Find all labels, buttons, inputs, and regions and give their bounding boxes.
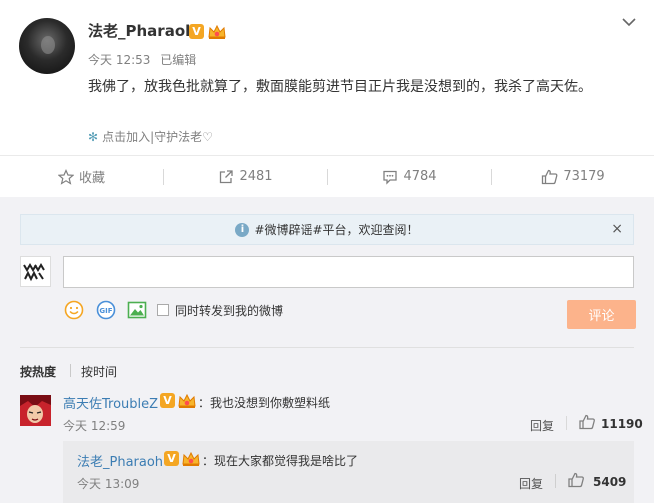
reply-text: ：现在大家都觉得我是啥比了: [202, 454, 359, 468]
reply-like-count: 5409: [593, 475, 627, 489]
verified-badge-icon: V: [189, 24, 204, 39]
emoji-icon[interactable]: [64, 300, 84, 320]
comment-time: 今天 12:59: [63, 419, 126, 433]
separator: [566, 416, 567, 430]
weibo-post: 法老_Pharaoh V 今天 12:53 已编辑 我佛了，放我色批就算了，敷面…: [0, 0, 654, 196]
post-action-bar: 收藏 2481 4784 73179: [0, 155, 654, 197]
like-button[interactable]: 73179: [492, 156, 654, 197]
reply-button[interactable]: 回复: [530, 417, 554, 434]
sort-by-hot-tab[interactable]: 按热度: [20, 363, 56, 380]
favorite-label: 收藏: [78, 171, 105, 186]
like-count: 73179: [563, 169, 605, 184]
source-text[interactable]: 点击加入|守护法老♡: [102, 130, 213, 144]
close-icon[interactable]: ×: [611, 221, 623, 237]
thumbs-up-icon[interactable]: [578, 414, 596, 430]
comment-text: ：我也没想到你敷塑料纸: [198, 396, 331, 410]
share-icon: [220, 169, 234, 183]
notice-banner: i #微博辟谣#平台，欢迎查阅！ ×: [20, 214, 634, 245]
reply-time: 今天 13:09: [77, 477, 140, 491]
separator: [555, 474, 556, 488]
reply-author-name[interactable]: 法老_Pharaoh: [77, 451, 163, 470]
gif-icon[interactable]: GIF: [96, 300, 116, 320]
image-icon[interactable]: [127, 300, 147, 320]
anime-avatar-icon: [20, 395, 51, 426]
comment-count: 4784: [403, 169, 437, 184]
logo-avatar-icon: [23, 263, 45, 282]
comment-like-count: 11190: [601, 417, 643, 431]
notice-text[interactable]: #微博辟谣#平台，欢迎查阅！: [254, 221, 418, 238]
flower-icon: ✻: [88, 130, 99, 144]
repost-checkbox[interactable]: [157, 304, 169, 316]
comment-icon: [383, 170, 398, 185]
verified-badge-icon: V: [160, 393, 175, 408]
commenter-avatar[interactable]: [20, 395, 51, 426]
sort-separator: [70, 364, 71, 377]
section-divider: [20, 347, 634, 348]
edited-label[interactable]: 已编辑: [160, 53, 196, 67]
post-time[interactable]: 今天 12:53: [88, 53, 150, 67]
post-content: 我佛了，放我色批就算了，敷面膜能剪进节目正片我是没想到的，我杀了高天佐。: [88, 79, 592, 95]
comment-button[interactable]: 4784: [328, 156, 491, 197]
vip-crown-icon[interactable]: [181, 450, 201, 467]
star-icon: [57, 168, 74, 185]
author-name[interactable]: 法老_Pharaoh: [88, 20, 196, 41]
thumbs-up-icon[interactable]: [567, 472, 585, 488]
vip-crown-icon[interactable]: [177, 392, 197, 409]
commenter-name[interactable]: 高天佐TroubleZ: [63, 393, 158, 412]
my-avatar[interactable]: [20, 256, 51, 287]
info-icon: i: [235, 222, 250, 237]
repost-checkbox-label[interactable]: 同时转发到我的微博: [175, 302, 283, 319]
author-avatar[interactable]: [19, 18, 75, 74]
svg-text:GIF: GIF: [99, 307, 112, 315]
repost-button[interactable]: 2481: [164, 156, 327, 197]
thumbs-up-icon: [542, 169, 558, 184]
repost-count: 2481: [239, 169, 273, 184]
post-meta: 今天 12:53 已编辑: [88, 51, 202, 68]
vip-crown-icon[interactable]: [207, 23, 227, 40]
verified-badge-icon: V: [164, 451, 179, 466]
reply-button[interactable]: 回复: [519, 475, 543, 492]
favorite-button[interactable]: 收藏: [0, 156, 163, 197]
post-source[interactable]: ✻ 点击加入|守护法老♡: [88, 128, 213, 145]
chevron-down-icon[interactable]: [622, 17, 636, 27]
comment-input[interactable]: [63, 256, 634, 288]
submit-comment-button[interactable]: 评论: [567, 300, 636, 329]
sort-by-time-tab[interactable]: 按时间: [81, 363, 117, 380]
